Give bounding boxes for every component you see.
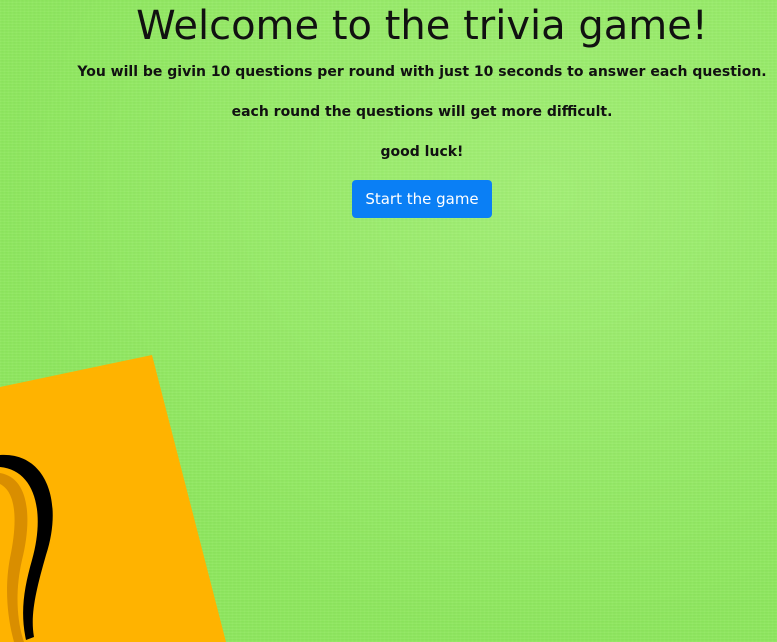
page-title: Welcome to the trivia game! — [136, 3, 708, 49]
start-game-button[interactable]: Start the game — [352, 180, 492, 218]
rules-text: You will be givin 10 questions per round… — [77, 64, 767, 80]
card-squiggle-shadow — [0, 473, 28, 642]
card-squiggle-icon — [0, 454, 53, 640]
good-luck-text: good luck! — [380, 144, 464, 160]
welcome-section: Welcome to the trivia game! You will be … — [0, 0, 777, 218]
orange-card-shape — [0, 355, 226, 642]
difficulty-text: each round the questions will get more d… — [231, 104, 613, 120]
